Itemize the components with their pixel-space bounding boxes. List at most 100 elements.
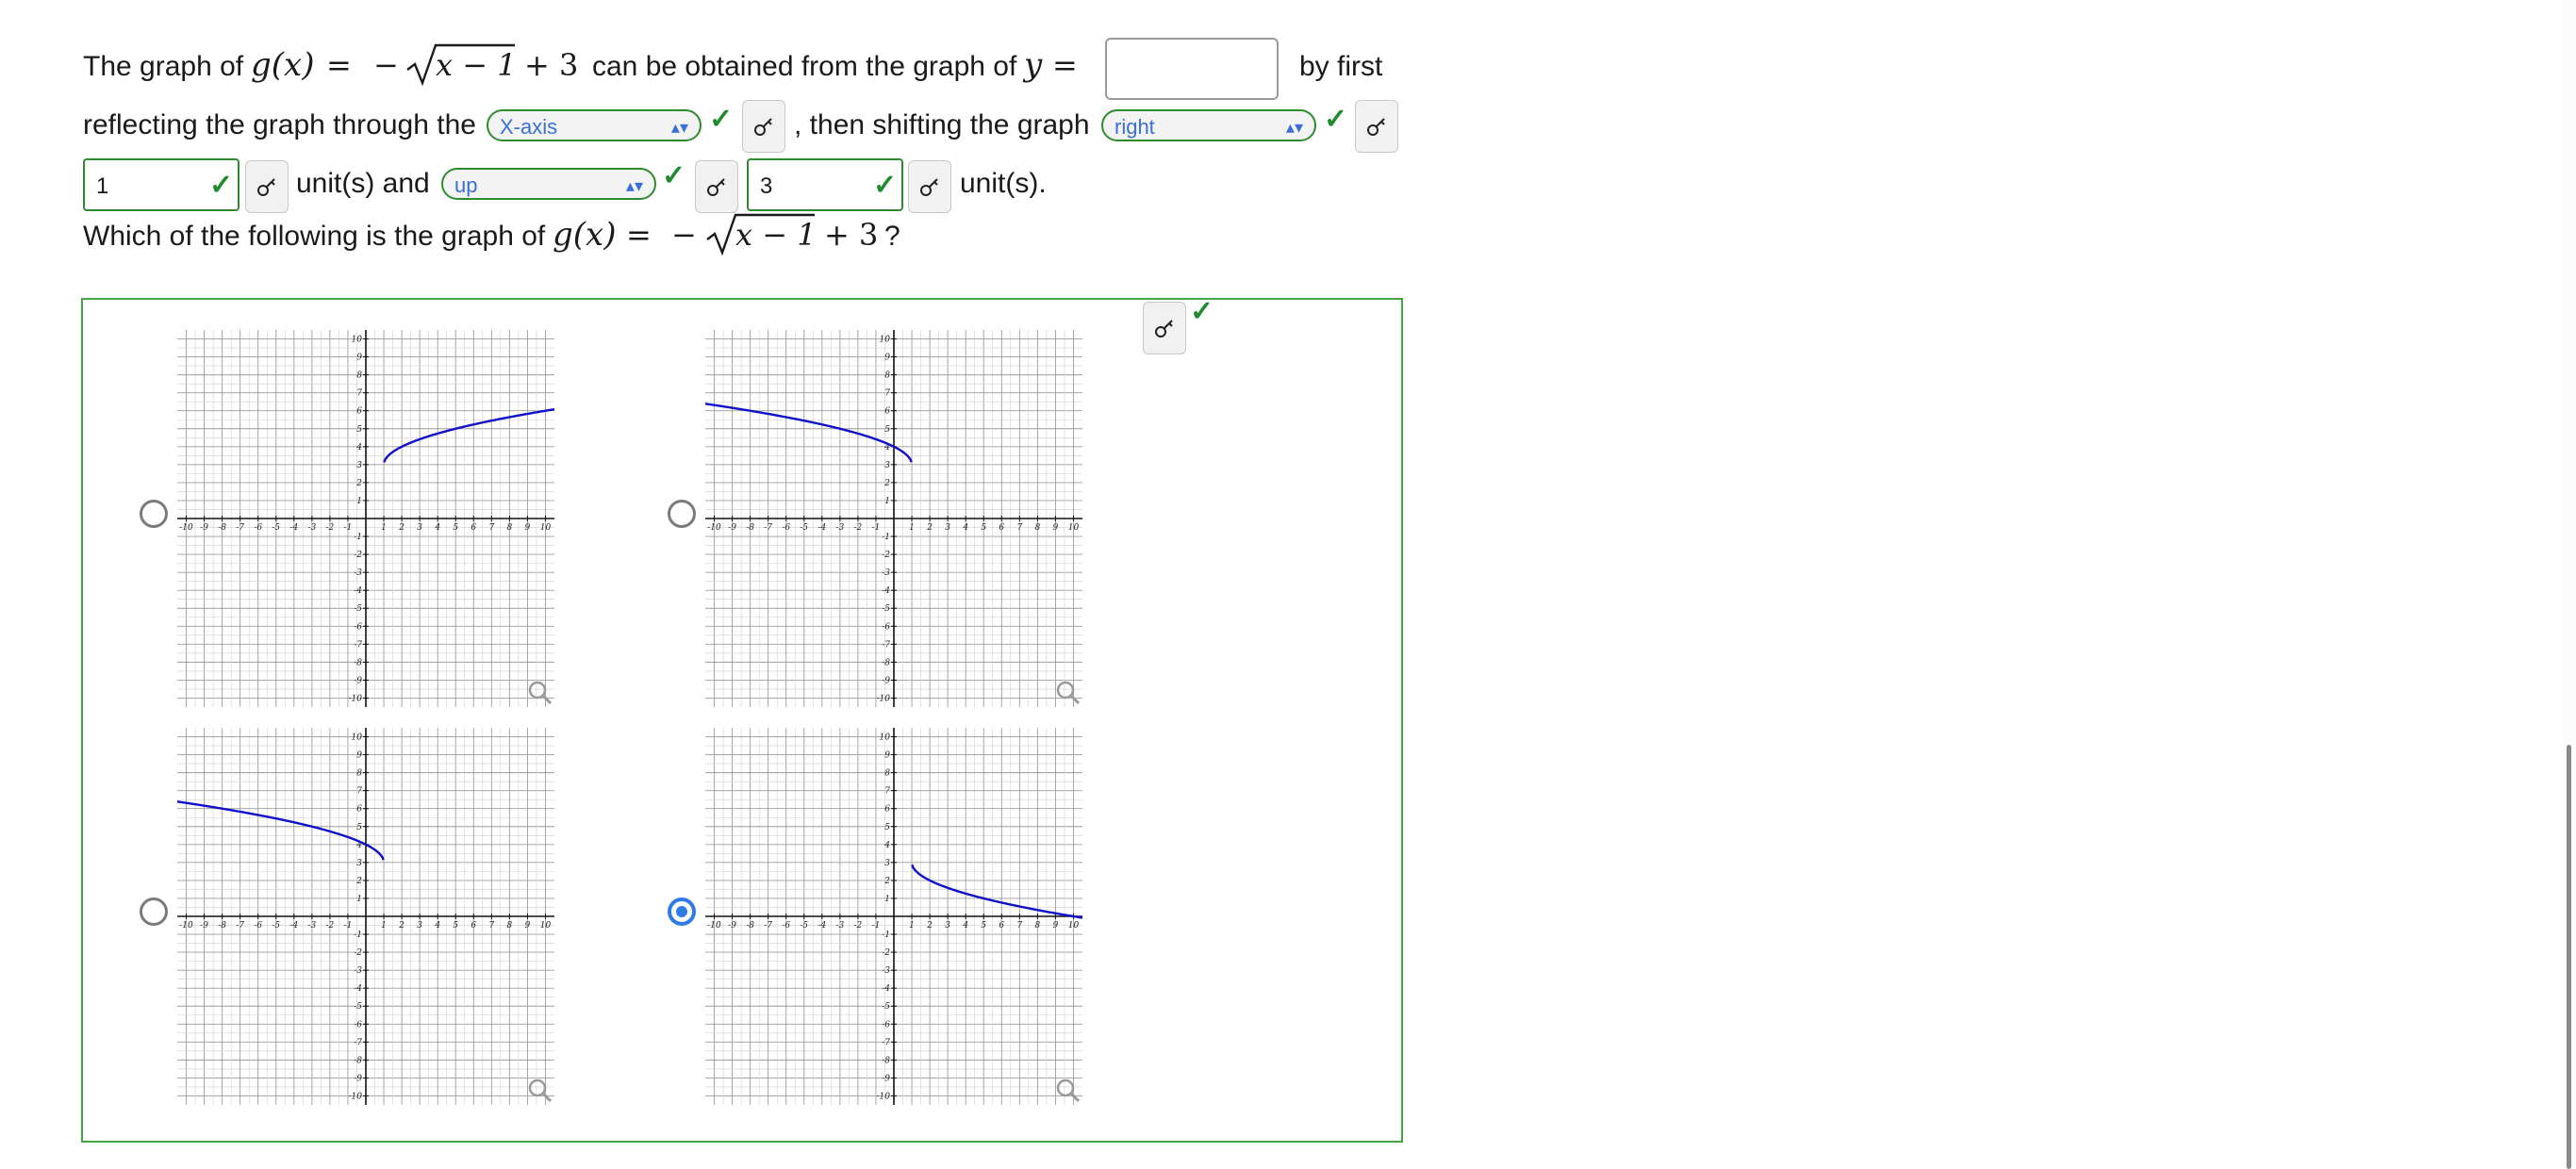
y-tick-label: 9 <box>356 751 362 761</box>
x-tick-label: -6 <box>254 921 262 930</box>
check-icon: ✓ <box>873 170 898 201</box>
x-tick-label: -9 <box>728 921 736 930</box>
y-tick-label: -8 <box>882 1056 890 1065</box>
x-tick-label: -3 <box>835 921 844 930</box>
x-tick-label: 3 <box>417 921 422 930</box>
x-tick-label: -4 <box>817 921 826 930</box>
shift-direction-value-1: right <box>1115 115 1155 139</box>
shift-direction-value-2: up <box>454 173 478 197</box>
plus-three: + 3 <box>524 47 579 83</box>
chevron-updown-icon: ▴▾ <box>1285 118 1303 137</box>
choice-c-radio[interactable] <box>140 897 168 926</box>
y-tick-label: 8 <box>356 371 362 381</box>
y-tick-label: 2 <box>883 877 890 886</box>
y-tick-label: -4 <box>882 586 890 596</box>
x-tick-label: -9 <box>728 523 736 533</box>
x-tick-label: 2 <box>398 921 405 930</box>
x-tick-label: -10 <box>707 921 721 930</box>
key-icon[interactable] <box>695 160 738 213</box>
x-tick-label: 8 <box>1035 523 1041 533</box>
y-tick-label: -3 <box>882 568 890 578</box>
x-tick-label: 6 <box>471 921 476 930</box>
choice-a-radio[interactable] <box>140 500 168 528</box>
y-tick-label: -7 <box>882 640 890 650</box>
y-tick-label: -5 <box>354 604 362 614</box>
shift-direction-select-2[interactable]: up ▴▾ <box>441 168 656 200</box>
y-tick-label: 3 <box>884 461 890 470</box>
chevron-updown-icon: ▴▾ <box>670 118 688 137</box>
x-tick-label: -5 <box>272 523 280 533</box>
y-tick-label: -8 <box>354 1056 362 1065</box>
choice-d-radio[interactable] <box>668 897 696 926</box>
x-tick-label: -8 <box>746 523 754 533</box>
x-tick-label: -6 <box>254 523 262 533</box>
scrollbar-thumb[interactable] <box>2567 745 2571 1169</box>
reflect-axis-select[interactable]: X-axis ▴▾ <box>487 109 702 141</box>
question-text-4: reflecting the graph through the <box>83 109 476 140</box>
key-icon[interactable] <box>742 100 785 153</box>
shift-amount-value-1: 1 <box>96 173 109 199</box>
key-icon[interactable] <box>1355 100 1398 153</box>
shift-amount-value-2: 3 <box>760 173 773 199</box>
radicand-2: x − 1 <box>735 217 817 253</box>
x-tick-label: 10 <box>540 523 552 533</box>
radicand: x − 1 <box>436 47 517 83</box>
y-tick-label: 3 <box>356 859 362 868</box>
y-tick-label: 4 <box>883 841 890 850</box>
y-tick-label: 4 <box>355 443 362 453</box>
x-tick-label: -9 <box>200 523 208 533</box>
x-tick-label: -3 <box>307 523 316 533</box>
x-tick-label: -8 <box>746 921 754 930</box>
chevron-updown-icon: ▴▾ <box>625 176 643 195</box>
x-tick-label: -4 <box>817 523 826 533</box>
question-text-3: by first <box>1299 51 1383 82</box>
x-tick-label: -7 <box>764 921 772 930</box>
x-tick-label: 9 <box>525 523 531 533</box>
y-tick-label: -3 <box>354 966 362 976</box>
equals-sign-2: = <box>1052 47 1078 83</box>
key-icon[interactable] <box>908 160 951 213</box>
y-tick-label: -5 <box>354 1002 362 1012</box>
key-icon[interactable] <box>245 160 289 213</box>
x-tick-label: -10 <box>179 523 193 533</box>
x-tick-label: 5 <box>453 523 458 533</box>
x-tick-label: 1 <box>381 523 387 533</box>
x-tick-label: 2 <box>398 523 405 533</box>
question-text-6: unit(s) and <box>296 168 430 199</box>
y-tick-label: 6 <box>884 805 890 815</box>
x-tick-label: 7 <box>488 921 494 930</box>
key-icon[interactable] <box>1143 302 1186 354</box>
y-tick-label: -6 <box>354 1020 362 1029</box>
y-tick-label: -10 <box>877 694 891 703</box>
y-tick-label: -5 <box>882 1002 890 1012</box>
y-tick-label: 5 <box>356 425 362 435</box>
y-tick-label: 1 <box>356 895 362 904</box>
check-icon: ✓ <box>662 160 686 191</box>
y-tick-label: -4 <box>354 984 362 994</box>
plus-three-2: + 3 <box>824 217 879 253</box>
x-tick-label: 10 <box>540 921 552 930</box>
y-tick-label: 10 <box>880 336 891 345</box>
magnify-icon <box>1056 1078 1081 1103</box>
x-tick-label: 6 <box>471 523 476 533</box>
y-tick-label: 9 <box>356 354 362 363</box>
y-tick-label: -2 <box>882 948 890 958</box>
x-tick-label: 7 <box>1016 523 1022 533</box>
function-curve <box>705 403 913 463</box>
y-tick-label: 9 <box>884 751 890 761</box>
y-tick-label: -3 <box>882 966 890 976</box>
y-tick-label: -2 <box>354 948 362 958</box>
shift-direction-select-1[interactable]: right ▴▾ <box>1101 109 1316 141</box>
check-icon: ✓ <box>209 170 234 201</box>
x-tick-label: 2 <box>926 921 933 930</box>
x-tick-label: -4 <box>289 523 298 533</box>
reflect-axis-value: X-axis <box>500 115 558 139</box>
y-tick-label: -3 <box>354 568 362 578</box>
y-tick-label: -10 <box>877 1092 891 1101</box>
parent-function-input[interactable] <box>1105 38 1279 100</box>
y-variable: y <box>1024 46 1043 84</box>
y-tick-label: 7 <box>884 389 890 399</box>
choice-b-radio[interactable] <box>668 500 696 528</box>
x-tick-label: 3 <box>417 523 422 533</box>
x-tick-label: 9 <box>1053 523 1059 533</box>
